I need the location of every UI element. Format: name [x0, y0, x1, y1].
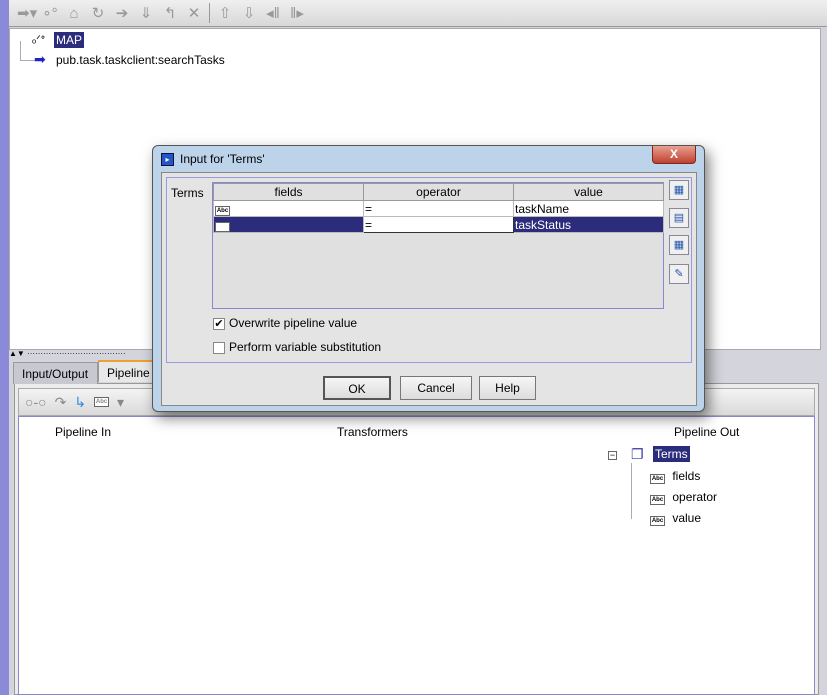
step-down-icon[interactable]: ⇓ [137, 4, 155, 22]
invoke-step[interactable]: pub.task.taskclient:searchTasks [56, 53, 225, 67]
fields-cell[interactable]: Abc [213, 200, 364, 217]
exit-icon[interactable]: ↰ [161, 4, 179, 22]
delete-icon[interactable]: ✕ [185, 4, 203, 22]
collapse-icon[interactable]: − [608, 451, 617, 460]
dialog-inner-panel: Terms fields operator value Abc = taskName A… [166, 177, 692, 363]
map-step[interactable]: MAP [54, 32, 85, 48]
close-button[interactable]: X [652, 146, 696, 164]
cancel-button[interactable]: Cancel [400, 376, 472, 400]
column-header-value[interactable]: value [513, 183, 664, 201]
column-header-operator[interactable]: operator [363, 183, 514, 201]
string-list-icon: Abc [650, 474, 665, 484]
terms-label: Terms [171, 186, 204, 200]
document-list-icon: ❐ [631, 446, 644, 462]
substitution-checkbox[interactable]: Perform variable substitution [213, 340, 381, 354]
window-border [0, 0, 9, 695]
checkbox-unchecked[interactable] [213, 341, 225, 354]
table-row[interactable]: Abc = taskStatus [213, 216, 664, 233]
pipeline-content: Pipeline In Transformers Pipeline Out − … [18, 416, 815, 695]
move-down-icon[interactable]: ⇩ [240, 4, 258, 22]
string-list-icon: Abc [215, 222, 230, 232]
overwrite-checkbox[interactable]: ✔ Overwrite pipeline value [213, 316, 357, 330]
sequence-icon[interactable]: ➔ [113, 4, 131, 22]
map-step-icon: ₒᐟᐤ [32, 34, 46, 46]
substitution-label: Perform variable substitution [229, 340, 382, 354]
string-icon: Abc [650, 495, 665, 505]
help-button[interactable]: Help [479, 376, 536, 400]
move-right-icon[interactable]: ‖▸ [288, 4, 306, 22]
toolbar-separator [209, 3, 210, 23]
column-header-fields[interactable]: fields [213, 183, 364, 201]
terms-table: fields operator value Abc = taskName Abc = tas… [213, 183, 664, 233]
ok-button[interactable]: OK [323, 376, 391, 400]
terms-table-container: fields operator value Abc = taskName Abc = tas… [212, 182, 664, 309]
branch-icon[interactable]: ⌂ [65, 5, 83, 22]
operator-cell[interactable]: = [363, 200, 514, 217]
add-row-icon[interactable]: ▦ [669, 180, 689, 200]
terms-node[interactable]: Terms [653, 446, 690, 462]
value-cell[interactable]: taskName [513, 200, 664, 217]
dialog-app-icon: ▸ [161, 152, 174, 166]
transformers-header: Transformers [337, 425, 408, 439]
repeat-icon[interactable]: ↻ [89, 4, 107, 22]
string-list-icon: Abc [215, 206, 230, 216]
map-down-icon[interactable]: ↳ [74, 394, 86, 411]
map-icon[interactable]: ∘° [41, 4, 59, 22]
fields-cell[interactable]: Abc [213, 216, 364, 233]
invoke-arrow-icon: ➡ [34, 51, 46, 67]
value-node[interactable]: value [672, 511, 701, 525]
checkbox-checked[interactable]: ✔ [213, 317, 225, 330]
string-icon: Abc [650, 516, 665, 526]
input-dialog: ▸ Input for 'Terms' X Terms fields operato… [152, 145, 705, 412]
move-left-icon[interactable]: ◂‖ [264, 4, 282, 22]
overwrite-label: Overwrite pipeline value [229, 316, 358, 330]
insert-row-icon[interactable]: ▤ [669, 208, 689, 228]
move-up-icon[interactable]: ⇧ [216, 4, 234, 22]
fields-node[interactable]: fields [672, 469, 700, 483]
tab-input-output[interactable]: Input/Output [13, 362, 98, 384]
pipeline-out-header: Pipeline Out [674, 425, 740, 439]
dropdown-icon[interactable]: ▾ [117, 394, 124, 411]
operator-edit-input[interactable]: = [363, 216, 514, 233]
tree-connector [631, 463, 632, 519]
value-cell[interactable]: taskStatus [513, 216, 664, 233]
pipeline-in-header: Pipeline In [55, 425, 112, 439]
table-row[interactable]: Abc = taskName [213, 200, 664, 217]
delete-row-icon[interactable]: ▦ [669, 235, 689, 255]
add-string-icon[interactable]: Abc [94, 397, 110, 407]
break-link-icon[interactable]: ↷ [55, 394, 67, 411]
dialog-title: Input for 'Terms' [180, 152, 265, 166]
link-icon[interactable]: ○-○ [25, 394, 47, 410]
flow-toolbar: ➡▾ ∘° ⌂ ↻ ➔ ⇓ ↰ ✕ ⇧ ⇩ ◂‖ ‖▸ [9, 0, 827, 27]
invoke-arrow-icon[interactable]: ➡▾ [17, 4, 37, 22]
edit-row-icon[interactable]: ✎ [669, 264, 689, 284]
operator-node[interactable]: operator [672, 490, 717, 504]
